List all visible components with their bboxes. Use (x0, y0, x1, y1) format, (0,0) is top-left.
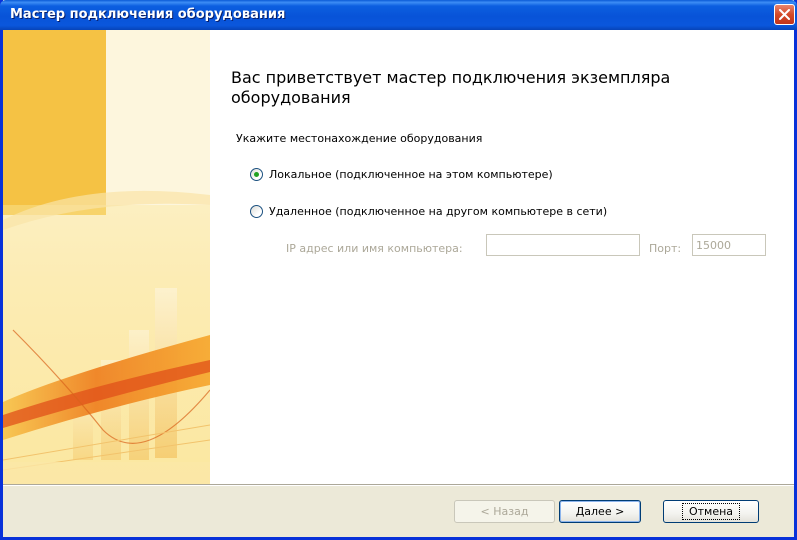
cancel-button-label: Отмена (681, 503, 741, 520)
wizard-heading: Вас приветствует мастер подключения экзе… (231, 68, 671, 107)
sidebar-graphic (3, 30, 210, 484)
close-button[interactable] (774, 4, 795, 25)
cancel-button[interactable]: Отмена (663, 500, 759, 523)
back-button[interactable]: < Назад (454, 500, 555, 523)
back-button-label: < Назад (480, 505, 529, 518)
port-input[interactable] (692, 234, 766, 256)
sidebar-banner (3, 30, 210, 484)
next-button-label: Далее > (575, 505, 625, 518)
next-button[interactable]: Далее > (559, 500, 641, 523)
remote-radio[interactable] (250, 205, 263, 218)
port-label: Порт: (649, 242, 682, 255)
remote-option-label: Удаленное (подключенное на другом компью… (269, 205, 608, 218)
host-label: IP адрес или имя компьютера: (286, 242, 463, 255)
wizard-content: Вас приветствует мастер подключения экзе… (3, 30, 794, 484)
local-option-label: Локальное (подключенное на этом компьюте… (269, 168, 553, 181)
footer-separator (3, 484, 794, 486)
remote-option[interactable]: Удаленное (подключенное на другом компью… (250, 205, 607, 218)
window-title: Мастер подключения оборудования (10, 7, 286, 22)
wizard-window: Мастер подключения оборудования Вас прив… (0, 0, 797, 540)
host-input[interactable] (486, 234, 640, 256)
local-radio[interactable] (250, 168, 263, 181)
local-option[interactable]: Локальное (подключенное на этом компьюте… (250, 168, 553, 181)
title-bar[interactable]: Мастер подключения оборудования (0, 0, 797, 30)
location-prompt: Укажите местонахождение оборудования (236, 132, 483, 145)
close-icon (779, 9, 790, 20)
